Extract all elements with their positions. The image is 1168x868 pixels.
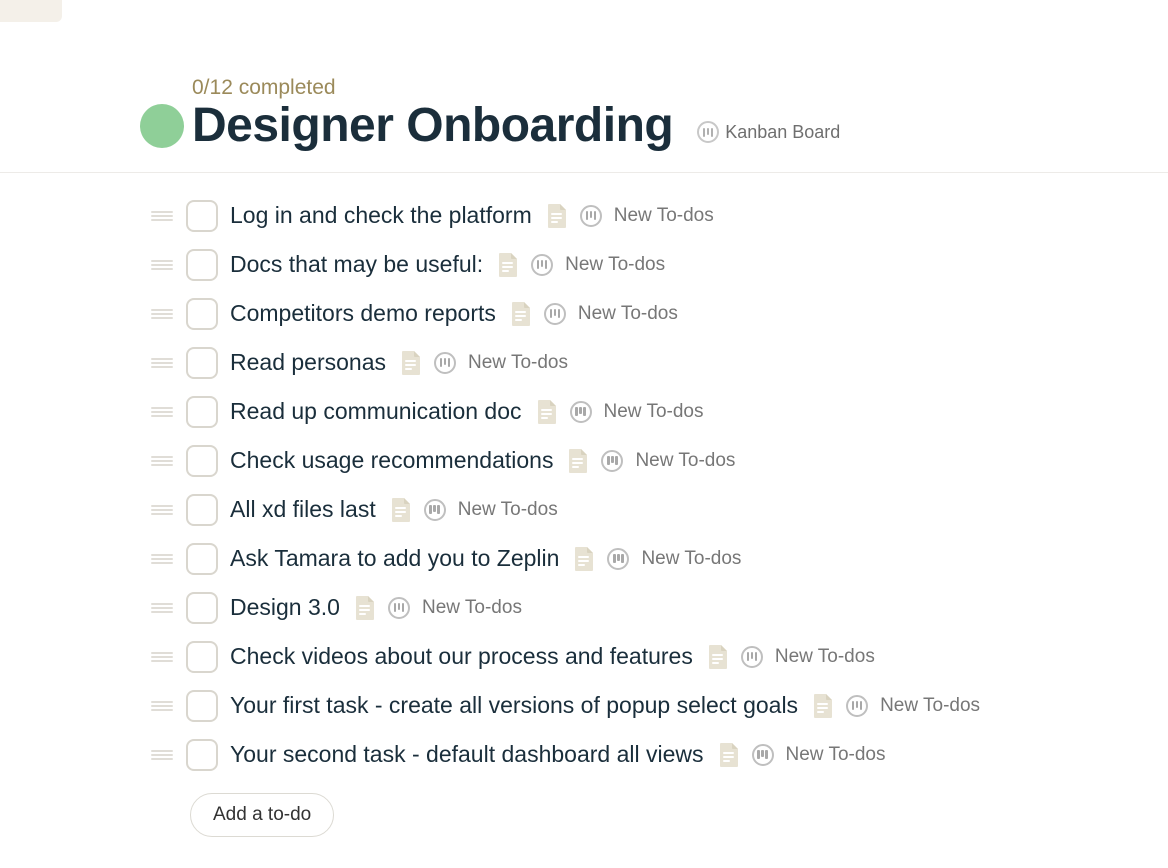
task-status-label: New To-dos bbox=[422, 597, 522, 619]
document-icon bbox=[573, 546, 595, 572]
task-row[interactable]: Check videos about our process and featu… bbox=[150, 632, 1168, 681]
page-title: Designer Onboarding bbox=[192, 102, 673, 150]
kanban-icon bbox=[544, 303, 566, 325]
drag-handle-icon[interactable] bbox=[150, 652, 174, 662]
task-row[interactable]: Your second task - default dashboard all… bbox=[150, 730, 1168, 779]
kanban-icon bbox=[697, 121, 719, 143]
task-row[interactable]: Docs that may be useful: New To-dos bbox=[150, 240, 1168, 289]
task-checkbox[interactable] bbox=[186, 543, 218, 575]
task-title[interactable]: Your first task - create all versions of… bbox=[230, 692, 798, 719]
task-title[interactable]: Your second task - default dashboard all… bbox=[230, 741, 704, 768]
document-icon bbox=[718, 742, 740, 768]
task-checkbox[interactable] bbox=[186, 249, 218, 281]
drag-handle-icon[interactable] bbox=[150, 701, 174, 711]
task-status-label: New To-dos bbox=[775, 646, 875, 668]
document-icon bbox=[812, 693, 834, 719]
kanban-icon bbox=[570, 401, 592, 423]
task-title[interactable]: Competitors demo reports bbox=[230, 300, 496, 327]
task-checkbox[interactable] bbox=[186, 641, 218, 673]
kanban-icon bbox=[846, 695, 868, 717]
task-row[interactable]: Read up communication doc New To-dos bbox=[150, 387, 1168, 436]
drag-handle-icon[interactable] bbox=[150, 260, 174, 270]
kanban-icon bbox=[531, 254, 553, 276]
task-checkbox[interactable] bbox=[186, 200, 218, 232]
drag-handle-icon[interactable] bbox=[150, 407, 174, 417]
task-row[interactable]: All xd files last New To-dos bbox=[150, 485, 1168, 534]
task-title[interactable]: Check usage recommendations bbox=[230, 447, 553, 474]
task-checkbox[interactable] bbox=[186, 739, 218, 771]
drag-handle-icon[interactable] bbox=[150, 603, 174, 613]
kanban-icon bbox=[601, 450, 623, 472]
kanban-icon bbox=[741, 646, 763, 668]
drag-handle-icon[interactable] bbox=[150, 358, 174, 368]
task-row[interactable]: Design 3.0 New To-dos bbox=[150, 583, 1168, 632]
task-status-label: New To-dos bbox=[635, 450, 735, 472]
task-row[interactable]: Check usage recommendations New To-dos bbox=[150, 436, 1168, 485]
drag-handle-icon[interactable] bbox=[150, 750, 174, 760]
task-row[interactable]: Log in and check the platform New To-dos bbox=[150, 191, 1168, 240]
task-title[interactable]: Ask Tamara to add you to Zeplin bbox=[230, 545, 559, 572]
task-row[interactable]: Ask Tamara to add you to Zeplin New To-do… bbox=[150, 534, 1168, 583]
document-icon bbox=[546, 203, 568, 229]
document-icon bbox=[567, 448, 589, 474]
task-title[interactable]: Design 3.0 bbox=[230, 594, 340, 621]
kanban-icon bbox=[434, 352, 456, 374]
kanban-icon bbox=[607, 548, 629, 570]
task-row[interactable]: Competitors demo reports New To-dos bbox=[150, 289, 1168, 338]
task-status-label: New To-dos bbox=[641, 548, 741, 570]
task-title[interactable]: Docs that may be useful: bbox=[230, 251, 483, 278]
drag-handle-icon[interactable] bbox=[150, 505, 174, 515]
status-dot-icon bbox=[140, 104, 184, 148]
task-checkbox[interactable] bbox=[186, 592, 218, 624]
task-status-label: New To-dos bbox=[565, 254, 665, 276]
task-checkbox[interactable] bbox=[186, 445, 218, 477]
drag-handle-icon[interactable] bbox=[150, 554, 174, 564]
kanban-icon bbox=[752, 744, 774, 766]
document-icon bbox=[497, 252, 519, 278]
kanban-icon bbox=[580, 205, 602, 227]
drag-handle-icon[interactable] bbox=[150, 309, 174, 319]
task-title[interactable]: All xd files last bbox=[230, 496, 376, 523]
task-checkbox[interactable] bbox=[186, 298, 218, 330]
task-title[interactable]: Check videos about our process and featu… bbox=[230, 643, 693, 670]
kanban-icon bbox=[388, 597, 410, 619]
kanban-icon bbox=[424, 499, 446, 521]
task-status-label: New To-dos bbox=[786, 744, 886, 766]
task-status-label: New To-dos bbox=[880, 695, 980, 717]
page-container: 0/12 completed Designer Onboarding Kanba… bbox=[0, 0, 1168, 868]
task-title[interactable]: Read up communication doc bbox=[230, 398, 522, 425]
task-row[interactable]: Your first task - create all versions of… bbox=[150, 681, 1168, 730]
document-icon bbox=[707, 644, 729, 670]
task-status-label: New To-dos bbox=[468, 352, 568, 374]
add-todo-row: Add a to-do bbox=[190, 793, 1168, 837]
document-icon bbox=[390, 497, 412, 523]
task-status-label: New To-dos bbox=[578, 303, 678, 325]
task-row[interactable]: Read personas New To-dos bbox=[150, 338, 1168, 387]
header: 0/12 completed Designer Onboarding Kanba… bbox=[0, 0, 1168, 173]
kanban-board-link[interactable]: Kanban Board bbox=[697, 121, 840, 143]
task-checkbox[interactable] bbox=[186, 396, 218, 428]
drag-handle-icon[interactable] bbox=[150, 456, 174, 466]
task-checkbox[interactable] bbox=[186, 494, 218, 526]
add-todo-button[interactable]: Add a to-do bbox=[190, 793, 334, 837]
task-title[interactable]: Log in and check the platform bbox=[230, 202, 532, 229]
document-icon bbox=[536, 399, 558, 425]
document-icon bbox=[400, 350, 422, 376]
task-checkbox[interactable] bbox=[186, 347, 218, 379]
completion-count: 0/12 completed bbox=[192, 76, 1168, 100]
task-list: Log in and check the platformNew To-dosD… bbox=[0, 173, 1168, 837]
task-checkbox[interactable] bbox=[186, 690, 218, 722]
drag-handle-icon[interactable] bbox=[150, 211, 174, 221]
document-icon bbox=[354, 595, 376, 621]
task-status-label: New To-dos bbox=[614, 205, 714, 227]
title-row: Designer Onboarding Kanban Board bbox=[140, 102, 1168, 150]
task-status-label: New To-dos bbox=[458, 499, 558, 521]
task-status-label: New To-dos bbox=[604, 401, 704, 423]
kanban-board-label: Kanban Board bbox=[725, 122, 840, 143]
task-title[interactable]: Read personas bbox=[230, 349, 386, 376]
document-icon bbox=[510, 301, 532, 327]
